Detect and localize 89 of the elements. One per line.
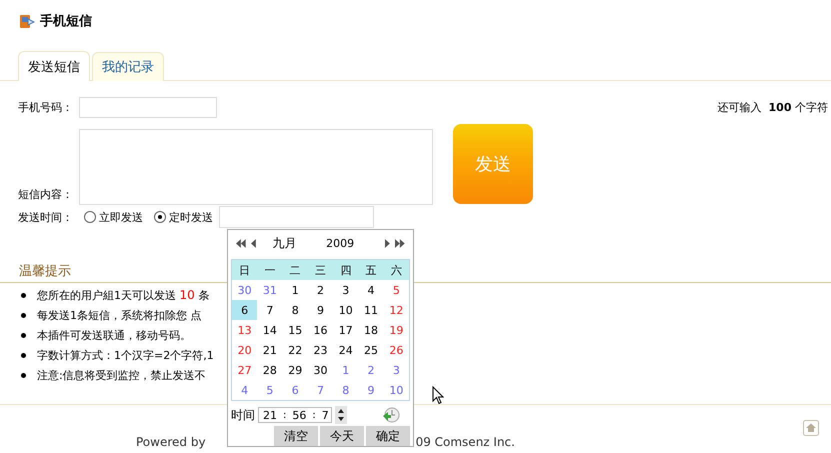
calendar-day[interactable]: 20 (232, 340, 258, 360)
tip-text: 每发送1条短信，系统将扣除您 点 (37, 308, 202, 322)
previous-icon[interactable] (250, 238, 256, 248)
calendar-day[interactable]: 9 (308, 300, 334, 320)
calendar-day[interactable]: 30 (308, 360, 334, 380)
calendar-day[interactable]: 7 (257, 300, 283, 320)
bullet-icon (21, 332, 26, 338)
calendar-day[interactable]: 10 (333, 300, 358, 320)
spinner-icon[interactable] (335, 406, 347, 424)
calendar-day[interactable]: 31 (257, 280, 283, 300)
calendar-day[interactable]: 6 (232, 300, 258, 320)
radio-button[interactable] (154, 211, 166, 223)
month-label[interactable]: 九月 (272, 234, 322, 252)
page-title: 手机短信 (40, 12, 92, 30)
calendar-day[interactable]: 13 (232, 320, 258, 340)
calendar-day[interactable]: 2 (358, 360, 384, 380)
clock-icon[interactable] (382, 406, 400, 424)
radio-label: 定时发送 (169, 210, 213, 224)
footer-text: Powered by (136, 435, 206, 449)
calendar-day[interactable]: 12 (384, 300, 409, 320)
calendar-day[interactable]: 23 (308, 340, 334, 360)
calendar-button[interactable]: 清空 (274, 426, 318, 446)
calendar-day[interactable]: 24 (333, 340, 358, 360)
cursor-icon (432, 386, 444, 406)
tip-text: 注意:信息将受到监控，禁止发送不 (37, 368, 206, 382)
calendar-day[interactable]: 19 (384, 320, 409, 340)
calendar-day[interactable]: 8 (333, 380, 358, 400)
bullet-icon (21, 292, 26, 298)
calendar-day[interactable]: 18 (358, 320, 384, 340)
calendar-day[interactable]: 27 (232, 360, 258, 380)
calendar-day[interactable]: 14 (257, 320, 283, 340)
bullet-icon (21, 352, 26, 358)
bullet-icon (21, 312, 26, 318)
calendar-day[interactable]: 7 (308, 380, 334, 400)
calendar-day[interactable]: 26 (384, 340, 409, 360)
time-label: 时间 (231, 406, 255, 424)
last-icon[interactable] (395, 238, 406, 248)
calendar-day[interactable]: 17 (333, 320, 358, 340)
calendar-day[interactable]: 30 (232, 280, 258, 300)
phone-input[interactable] (79, 97, 217, 118)
next-icon[interactable] (385, 238, 390, 248)
weekday-header: 五 (364, 262, 378, 278)
calendar-day[interactable]: 1 (282, 280, 308, 300)
calendar-day[interactable]: 25 (358, 340, 384, 360)
field-label: 手机号码： (17, 100, 74, 115)
calendar-day[interactable]: 29 (282, 360, 308, 380)
tip-text: 您所在的用户組1天可以发送 10 条 (37, 288, 210, 302)
year-label[interactable]: 2009 (326, 236, 380, 250)
footer-text: 09 Comsenz Inc. (416, 435, 515, 449)
calendar-day[interactable]: 11 (358, 300, 384, 320)
calendar-day[interactable]: 2 (308, 280, 334, 300)
tip-text: 字数计算方式：1个汉字=2个字符,1 (37, 348, 214, 362)
weekday-header: 三 (314, 262, 327, 278)
weekday-header: 日 (238, 262, 252, 278)
time-input[interactable] (219, 206, 374, 228)
calendar-day[interactable]: 4 (232, 380, 258, 400)
calendar-day[interactable]: 5 (384, 280, 409, 300)
first-icon[interactable] (236, 238, 246, 248)
field-label: 短信内容： (17, 187, 74, 203)
bullet-icon (21, 372, 26, 378)
calendar-day[interactable]: 3 (384, 360, 409, 380)
field-label: 发送时间： (17, 210, 74, 224)
calendar-day[interactable]: 6 (282, 380, 308, 400)
time-field[interactable]: 21 : 56 : 7 (258, 407, 332, 423)
weekday-header: 四 (339, 262, 352, 278)
weekday-header: 一 (263, 262, 276, 278)
message-icon (19, 13, 35, 29)
calendar-day[interactable]: 21 (257, 340, 283, 360)
calendar-day[interactable]: 22 (282, 340, 308, 360)
calendar-day[interactable]: 1 (333, 360, 358, 380)
tip-text: 本插件可发送联通，移动号码。 (37, 328, 191, 342)
weekday-header: 六 (390, 262, 403, 278)
calendar-day[interactable]: 3 (333, 280, 358, 300)
radio-button[interactable] (84, 211, 96, 223)
radio-label: 立即发送 (99, 210, 143, 224)
calendar-button[interactable]: 确定 (366, 426, 410, 446)
calendar-day[interactable]: 4 (358, 280, 384, 300)
tab[interactable]: 我的记录 (92, 52, 164, 81)
calendar-day[interactable]: 15 (282, 320, 308, 340)
remaining-count-text: 还可输入 100 个字符 (718, 100, 828, 115)
tab[interactable]: 发送短信 (18, 51, 90, 81)
calendar-button[interactable]: 今天 (320, 426, 364, 446)
calendar-day[interactable]: 9 (358, 380, 384, 400)
calendar-day[interactable]: 28 (257, 360, 283, 380)
calendar-day[interactable]: 5 (257, 380, 283, 400)
weekday-header: 二 (288, 262, 302, 278)
calendar-day[interactable]: 8 (282, 300, 308, 320)
calendar-day[interactable]: 10 (384, 380, 409, 400)
calendar-day[interactable]: 16 (308, 320, 334, 340)
